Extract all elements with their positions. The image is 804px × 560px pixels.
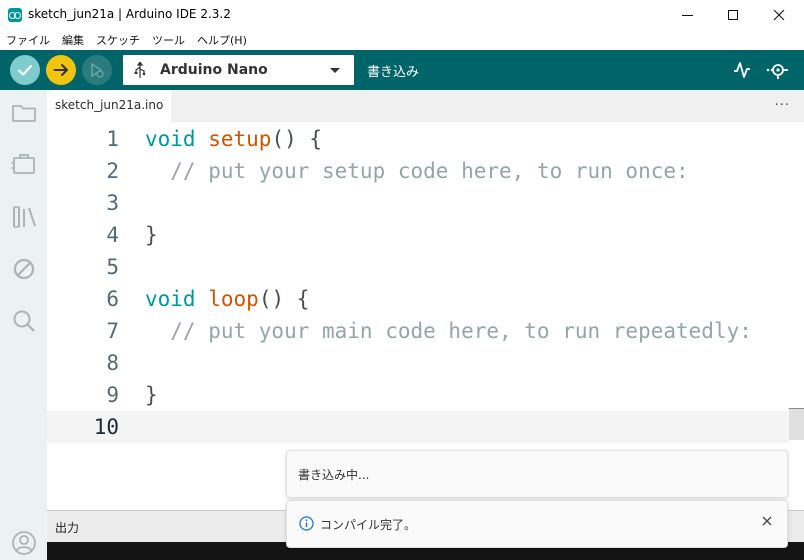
- line-number: 8: [106, 351, 119, 375]
- arduino-ide-window: sketch_jun21a | Arduino IDE 2.3.2 ファイル 編…: [0, 0, 804, 560]
- line-number: 6: [106, 287, 119, 311]
- maximize-button[interactable]: [710, 0, 756, 30]
- menu-file[interactable]: ファイル: [6, 32, 50, 48]
- debug-icon: [91, 63, 104, 78]
- code-line[interactable]: 7 // put your main code here, to run rep…: [47, 315, 790, 347]
- compile-done-notification: コンパイル完了。: [286, 500, 788, 548]
- notification-text: 書き込み中...: [298, 468, 370, 482]
- chevron-down-icon: [330, 68, 340, 73]
- code-line[interactable]: 3: [47, 187, 790, 219]
- info-icon: [299, 516, 314, 531]
- library-icon[interactable]: [11, 204, 37, 230]
- line-number: 7: [106, 319, 119, 343]
- activity-sidebar: [0, 90, 47, 560]
- tab-sketch-file[interactable]: sketch_jun21a.ino: [47, 90, 171, 122]
- code-line[interactable]: 6 void loop() {: [47, 283, 790, 315]
- verify-button[interactable]: [10, 55, 40, 85]
- maximize-icon: [728, 10, 738, 20]
- debug-button[interactable]: [82, 55, 112, 85]
- toolbar: Arduino Nano 書き込み: [0, 50, 804, 90]
- close-icon: [773, 9, 785, 21]
- upload-button[interactable]: [46, 55, 76, 85]
- upload-status-label: 書き込み: [367, 65, 420, 80]
- menu-bar: ファイル 編集 スケッチ ツール ヘルプ(H): [0, 30, 804, 50]
- debug-off-icon[interactable]: [11, 256, 37, 282]
- code-line-current[interactable]: 10: [47, 411, 790, 443]
- code-line[interactable]: 1 void setup() {: [47, 123, 790, 155]
- code-line[interactable]: 8: [47, 347, 790, 379]
- menu-help[interactable]: ヘルプ(H): [197, 32, 247, 48]
- code-line[interactable]: 5: [47, 251, 790, 283]
- window-title: sketch_jun21a | Arduino IDE 2.3.2: [28, 7, 231, 21]
- editor-scrollbar[interactable]: [789, 122, 804, 510]
- editor-tab-bar: sketch_jun21a.ino ···: [47, 90, 804, 122]
- minimize-button[interactable]: [664, 0, 710, 30]
- board-manager-icon[interactable]: [11, 152, 37, 178]
- board-selector[interactable]: Arduino Nano: [123, 55, 354, 85]
- usb-icon: [134, 62, 146, 78]
- code-line[interactable]: 2 // put your setup code here, to run on…: [47, 155, 790, 187]
- arduino-app-icon: [8, 8, 22, 22]
- account-icon[interactable]: [11, 530, 37, 556]
- serial-plotter-icon[interactable]: [732, 60, 752, 80]
- title-bar: sketch_jun21a | Arduino IDE 2.3.2: [0, 0, 804, 30]
- code-comment: // put your main code here, to run repea…: [145, 319, 752, 343]
- code-text: }: [145, 383, 158, 407]
- line-number: 3: [106, 191, 119, 215]
- output-panel-title: 出力: [55, 521, 80, 535]
- search-icon[interactable]: [11, 308, 37, 334]
- menu-tools[interactable]: ツール: [152, 32, 185, 48]
- close-window-button[interactable]: [756, 0, 802, 30]
- code-text: void loop() {: [145, 287, 310, 311]
- line-number: 4: [106, 223, 119, 247]
- editor-scrollbar-thumb[interactable]: [789, 408, 804, 440]
- menu-sketch[interactable]: スケッチ: [96, 32, 140, 48]
- folder-icon[interactable]: [11, 100, 37, 126]
- line-number: 1: [106, 127, 119, 151]
- code-text: void setup() {: [145, 127, 323, 151]
- code-line[interactable]: 9 }: [47, 379, 790, 411]
- menu-edit[interactable]: 編集: [62, 32, 84, 48]
- more-actions-icon[interactable]: ···: [775, 98, 790, 113]
- arrow-right-icon: [53, 64, 68, 76]
- line-number: 5: [106, 255, 119, 279]
- minimize-icon: [681, 14, 693, 16]
- code-comment: // put your setup code here, to run once…: [145, 159, 689, 183]
- upload-progress-notification: 書き込み中...: [286, 450, 788, 498]
- serial-monitor-icon[interactable]: [765, 60, 791, 80]
- notification-text: コンパイル完了。: [320, 518, 417, 532]
- line-number: 9: [106, 383, 119, 407]
- board-name: Arduino Nano: [160, 62, 268, 78]
- code-text: }: [145, 223, 158, 247]
- close-icon[interactable]: [761, 515, 773, 527]
- code-line[interactable]: 4 }: [47, 219, 790, 251]
- line-number: 2: [106, 159, 119, 183]
- check-icon: [17, 64, 33, 76]
- line-number: 10: [93, 415, 119, 439]
